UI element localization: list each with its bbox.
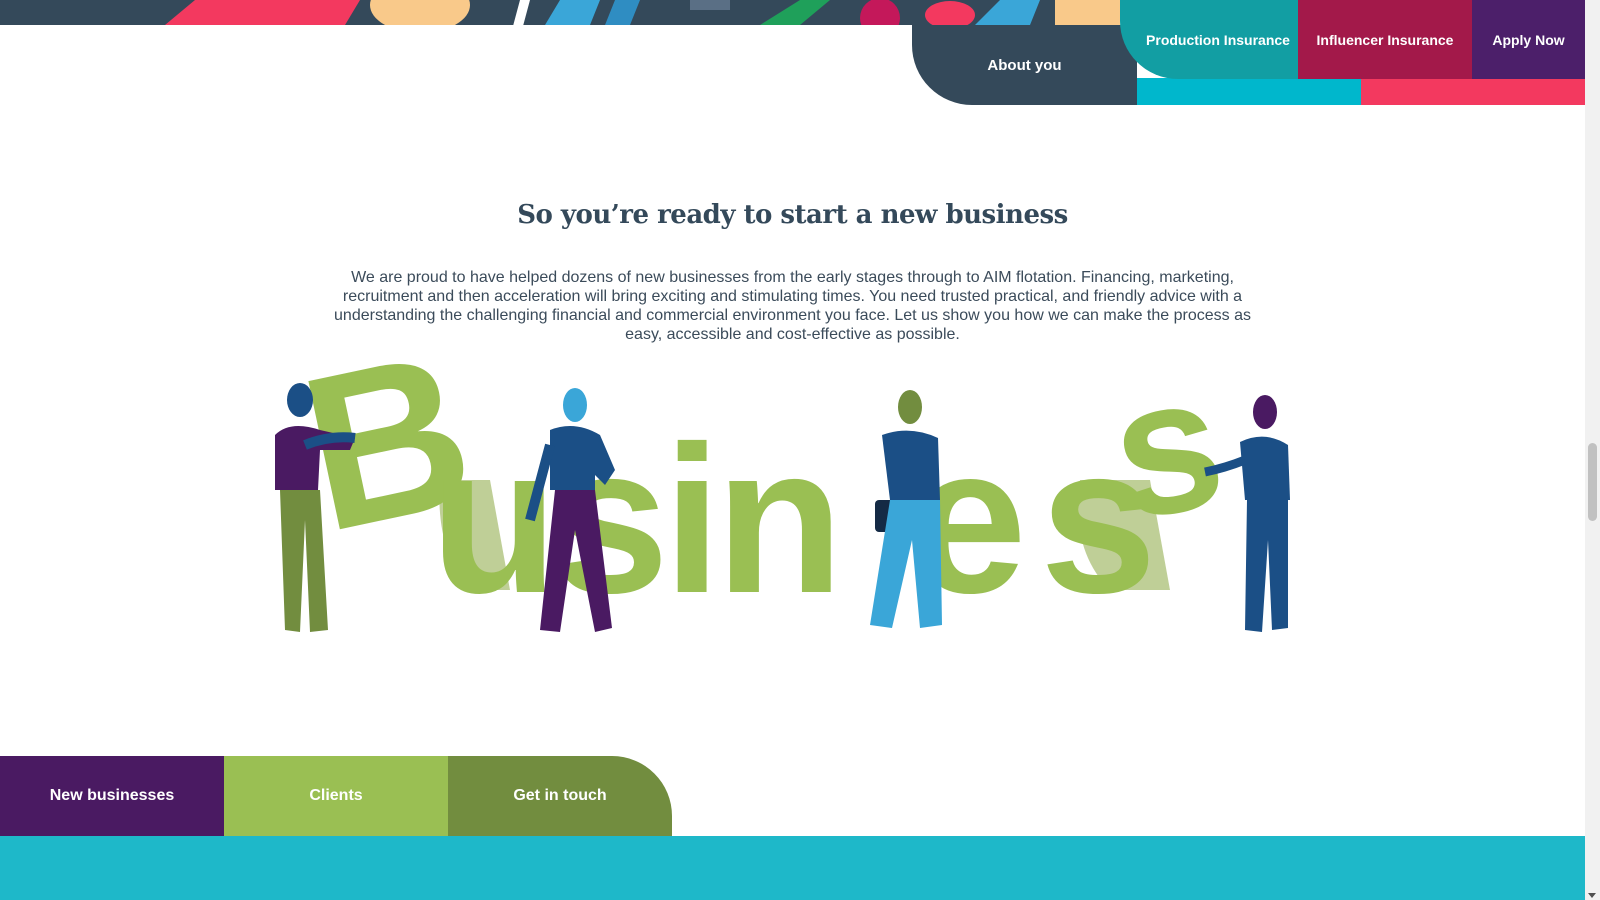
scroll-down-arrow-icon[interactable] xyxy=(1588,893,1596,898)
banner-illustration xyxy=(0,0,1120,25)
header-banner-art xyxy=(0,0,1120,25)
tab-new-businesses[interactable]: New businesses xyxy=(0,756,224,836)
nav-about-you[interactable]: About you xyxy=(912,25,1137,105)
tab-get-in-touch[interactable]: Get in touch xyxy=(448,756,672,836)
tab-clients[interactable]: Clients xyxy=(224,756,448,836)
business-illustration: B usin e s s xyxy=(250,305,1350,660)
section-title: So you’re ready to start a new business xyxy=(517,200,1068,230)
accent-strip-teal xyxy=(1137,78,1361,105)
accent-strip-pink xyxy=(1361,78,1585,105)
scrollbar-thumb[interactable] xyxy=(1588,443,1597,521)
nav-production-insurance[interactable]: Production Insurance xyxy=(1120,0,1298,79)
nav-apply-now[interactable]: Apply Now xyxy=(1472,0,1585,79)
vertical-scrollbar[interactable] xyxy=(1585,0,1600,900)
page: About you Production Insurance Influence… xyxy=(0,0,1585,900)
nav-influencer-insurance[interactable]: Influencer Insurance xyxy=(1298,0,1472,79)
section-description: We are proud to have helped dozens of ne… xyxy=(334,269,1251,343)
letters-usine: usin xyxy=(430,402,838,637)
footer-band xyxy=(0,836,1585,900)
business-word-art: B usin e s s xyxy=(275,305,1290,637)
